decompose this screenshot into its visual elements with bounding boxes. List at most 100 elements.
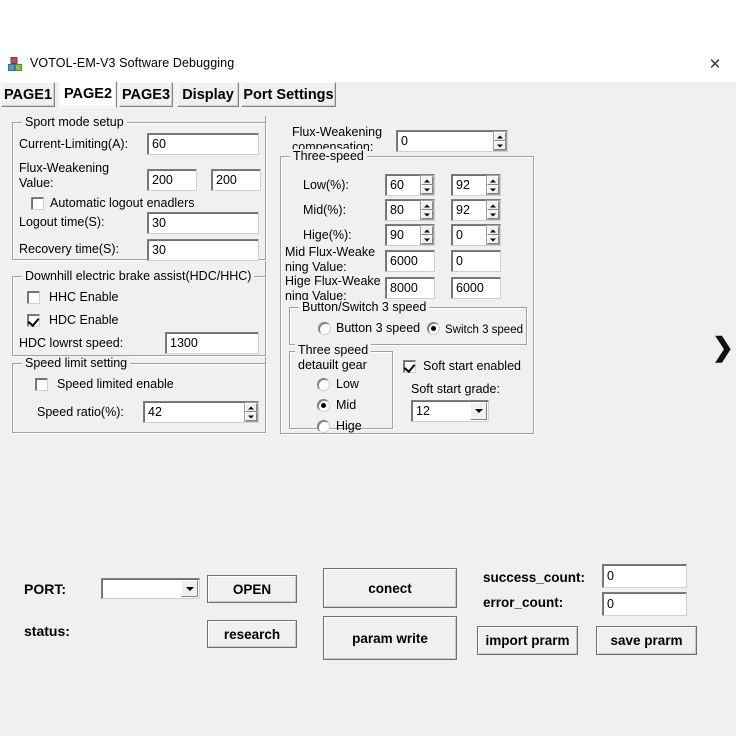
label-soft-start-enabled: Soft start enabled (423, 359, 521, 373)
spinner-up-icon[interactable] (487, 201, 499, 210)
spinner-hige-percent-1[interactable] (420, 225, 434, 245)
input-flux-weakening-1[interactable] (152, 170, 196, 190)
field-speed-ratio[interactable] (143, 401, 259, 423)
label-gear-low: Low (336, 377, 359, 391)
close-icon[interactable]: ✕ (700, 54, 730, 76)
spinner-up-icon[interactable] (487, 176, 499, 185)
connect-button[interactable]: conect (323, 568, 457, 608)
radio-button-3-speed[interactable] (318, 322, 331, 335)
checkbox-speed-limited-enable[interactable] (35, 378, 48, 391)
label-flux-weakening-value: Flux-Weakening Value: (19, 161, 110, 190)
input-logout-time[interactable] (152, 213, 258, 233)
checkbox-soft-start-enabled[interactable] (403, 360, 416, 373)
select-soft-start-grade[interactable]: 12 (411, 400, 489, 422)
tab-display[interactable]: Display (177, 82, 239, 107)
input-mid-flux-1[interactable] (390, 251, 434, 271)
input-error-count[interactable] (607, 593, 686, 615)
field-hige-flux-2[interactable] (451, 277, 501, 299)
group-default-gear: Three speed detauilt gear Low Mid Hige (289, 343, 393, 433)
spinner-hige-percent-2[interactable] (486, 225, 500, 245)
group-default-gear-label: Three speed detauilt gear (295, 343, 372, 373)
spinner-down-icon[interactable] (487, 210, 499, 219)
field-hdc-lowest-speed[interactable] (165, 332, 259, 354)
spinner-up-icon[interactable] (494, 132, 506, 141)
spinner-speed-ratio[interactable] (244, 402, 258, 422)
field-recovery-time[interactable] (147, 239, 259, 261)
next-page-arrow-icon[interactable]: ❯ (712, 334, 734, 360)
tab-page3[interactable]: PAGE3 (119, 82, 173, 107)
label-logout-time: Logout time(S): (19, 215, 105, 229)
spinner-down-icon[interactable] (494, 141, 506, 150)
radio-gear-hige[interactable] (317, 420, 330, 433)
spinner-flux-compensation[interactable] (493, 131, 507, 151)
label-mid-flux-weakening: Mid Flux-Weake ning Value: (285, 245, 376, 274)
radio-gear-low[interactable] (317, 378, 330, 391)
field-flux-weakening-2[interactable] (211, 169, 261, 191)
input-flux-compensation[interactable] (401, 131, 507, 151)
label-hhc-enable: HHC Enable (49, 290, 119, 304)
spinner-up-icon[interactable] (421, 176, 433, 185)
input-mid-flux-2[interactable] (456, 251, 500, 271)
radio-gear-mid[interactable] (317, 399, 330, 412)
spinner-down-icon[interactable] (421, 185, 433, 194)
spinner-down-icon[interactable] (487, 235, 499, 244)
tab-page2[interactable]: PAGE2 (59, 81, 117, 108)
field-flux-weakening-1[interactable] (147, 169, 197, 191)
input-flux-weakening-2[interactable] (216, 170, 260, 190)
field-current-limiting[interactable] (147, 133, 259, 155)
param-write-button[interactable]: param write (323, 616, 457, 660)
input-current-limiting[interactable] (152, 134, 258, 154)
spinner-up-icon[interactable] (421, 201, 433, 210)
input-hdc-lowest-speed[interactable] (170, 333, 258, 353)
select-port[interactable] (101, 578, 200, 599)
field-error-count[interactable] (602, 592, 687, 616)
spinner-mid-percent-2[interactable] (486, 200, 500, 220)
label-mid-percent: Mid(%): (303, 203, 347, 217)
spinner-low-percent-1[interactable] (420, 175, 434, 195)
label-hige-percent: Hige(%): (303, 228, 352, 242)
group-three-speed-label: Three-speed (290, 149, 367, 163)
field-success-count[interactable] (602, 564, 687, 588)
label-current-limiting: Current-Limiting(A): (19, 137, 129, 151)
group-downhill-label: Downhill electric brake assist(HDC/HHC) (22, 269, 255, 283)
spinner-up-icon[interactable] (245, 403, 257, 412)
application-window: VOTOL-EM-V3 Software Debugging ✕ PAGE1 P… (0, 0, 736, 736)
open-button[interactable]: OPEN (207, 575, 297, 603)
input-success-count[interactable] (607, 565, 686, 587)
spinner-down-icon[interactable] (245, 412, 257, 421)
chevron-down-icon[interactable] (470, 402, 487, 420)
field-hige-flux-1[interactable] (385, 277, 435, 299)
label-gear-mid: Mid (336, 398, 357, 412)
spinner-down-icon[interactable] (421, 235, 433, 244)
checkbox-automatic-logout[interactable] (31, 197, 44, 210)
input-hige-flux-1[interactable] (390, 278, 434, 298)
input-recovery-time[interactable] (152, 240, 258, 260)
tab-page1[interactable]: PAGE1 (1, 82, 55, 107)
input-speed-ratio[interactable] (148, 402, 258, 422)
radio-switch-3-speed[interactable] (427, 322, 440, 335)
field-mid-flux-1[interactable] (385, 250, 435, 272)
checkbox-hdc-enable[interactable] (27, 314, 40, 327)
research-button[interactable]: research (207, 620, 297, 648)
label-gear-hige: Hige (336, 419, 362, 433)
group-sport-mode-setup: Sport mode setup Current-Limiting(A): Fl… (12, 115, 266, 261)
import-param-button[interactable]: import prarm (477, 626, 578, 655)
input-hige-flux-2[interactable] (456, 278, 500, 298)
label-button-3-speed: Button 3 speed (336, 321, 421, 335)
spinner-up-icon[interactable] (421, 226, 433, 235)
field-mid-flux-2[interactable] (451, 250, 501, 272)
chevron-down-icon[interactable] (181, 580, 198, 597)
group-speed-limit-setting: Speed limit setting Speed limited enable… (12, 356, 266, 433)
field-logout-time[interactable] (147, 212, 259, 234)
checkbox-hhc-enable[interactable] (27, 291, 40, 304)
spinner-up-icon[interactable] (487, 226, 499, 235)
tab-port-settings[interactable]: Port Settings (241, 82, 336, 107)
spinner-down-icon[interactable] (421, 210, 433, 219)
spinner-low-percent-2[interactable] (486, 175, 500, 195)
spinner-down-icon[interactable] (487, 185, 499, 194)
spinner-mid-percent-1[interactable] (420, 200, 434, 220)
save-param-button[interactable]: save prarm (596, 626, 697, 655)
soft-start-grade-value: 12 (416, 404, 430, 418)
label-low-percent: Low(%): (303, 178, 349, 192)
field-flux-compensation[interactable] (396, 130, 508, 152)
